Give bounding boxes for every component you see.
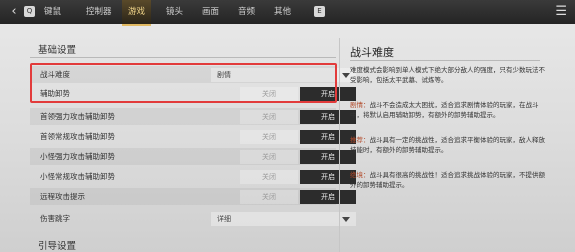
tab-keyboard-mouse[interactable]: 键鼠 (44, 0, 61, 24)
setting-row-boss-normal: 首领常规攻击辅助卸势 关闭 开启 (30, 128, 356, 145)
entry-tag: 剧情： (350, 101, 370, 109)
chevron-down-icon (342, 217, 350, 222)
damage-numbers-select[interactable]: 详细 (211, 212, 356, 226)
section-title-basic: 基础设置 (38, 45, 77, 56)
info-entry-extreme: 绝境：战斗具有很高的挑战性！适合追求挑战体验的玩家，不提供额外的卸势辅助提示。 (350, 170, 550, 190)
highlight-box (30, 63, 337, 103)
setting-label: 首领强力攻击辅助卸势 (40, 112, 115, 121)
menu-icon[interactable]: ☰ (555, 4, 567, 20)
chevron-down-icon (342, 73, 350, 78)
toggle-off-button[interactable]: 关闭 (240, 170, 298, 184)
toggle-off-button[interactable]: 关闭 (240, 110, 298, 124)
next-tab-key-icon: E (314, 6, 325, 17)
setting-row-boss-strong: 首领强力攻击辅助卸势 关闭 开启 (30, 108, 356, 125)
toggle-on-button[interactable]: 开启 (300, 190, 356, 204)
tab-controller[interactable]: 控制器 (86, 0, 112, 24)
setting-label: 伤害跳字 (40, 214, 70, 223)
setting-row-minion-normal: 小怪常规攻击辅助卸势 关闭 开启 (30, 168, 356, 185)
entry-text: 战斗具有一定的挑战性，适合追求平衡体验的玩家，敌人释放技能时，有额外的卸势辅助提… (350, 136, 545, 154)
toggle-on-button[interactable]: 开启 (300, 150, 356, 164)
tab-graphics[interactable]: 画面 (202, 0, 219, 24)
entry-tag: 推荐： (350, 136, 370, 144)
toggle-on-button[interactable]: 开启 (300, 110, 356, 124)
tab-camera[interactable]: 镜头 (166, 0, 183, 24)
setting-label: 远程攻击提示 (40, 192, 85, 201)
toggle-off-button[interactable]: 关闭 (240, 130, 298, 144)
tab-game[interactable]: 游戏 (122, 0, 152, 26)
top-nav-bar: ‹ Q 键鼠 控制器 游戏 镜头 画面 音频 其他 E ☰ (0, 0, 575, 26)
info-title: 战斗难度 (350, 46, 394, 59)
setting-label: 首领常规攻击辅助卸势 (40, 132, 115, 141)
panel-divider (339, 38, 340, 252)
toggle-on-button[interactable]: 开启 (300, 170, 356, 184)
tab-audio[interactable]: 音频 (238, 0, 255, 24)
info-entry-story: 剧情：战斗不会造成太大困扰，适合追求剧情体验的玩家，在战斗中，将默认启用辅助卸势… (350, 100, 550, 120)
info-intro: 难度模式会影响到单人模式下绝大部分敌人的强度，只有少数玩法不受影响，包括太平武墓… (350, 66, 545, 84)
back-arrow-icon[interactable]: ‹ (6, 4, 22, 20)
entry-text: 战斗具有很高的挑战性！适合追求挑战体验的玩家，不提供额外的卸势辅助提示。 (350, 171, 545, 189)
tab-other[interactable]: 其他 (274, 0, 291, 24)
setting-label: 小怪常规攻击辅助卸势 (40, 172, 115, 181)
toggle-off-button[interactable]: 关闭 (240, 150, 298, 164)
section-divider (30, 57, 336, 58)
select-value: 详细 (217, 215, 231, 223)
toggle-on-button[interactable]: 开启 (300, 130, 356, 144)
setting-row-damage-numbers: 伤害跳字 详细 (30, 210, 356, 227)
info-divider (350, 60, 540, 61)
prev-tab-key-icon: Q (24, 6, 35, 17)
entry-tag: 绝境： (350, 171, 370, 179)
setting-label: 小怪强力攻击辅助卸势 (40, 152, 115, 161)
toggle-off-button[interactable]: 关闭 (240, 190, 298, 204)
info-entry-recommended: 推荐：战斗具有一定的挑战性，适合追求平衡体验的玩家，敌人释放技能时，有额外的卸势… (350, 135, 550, 155)
setting-row-minion-strong: 小怪强力攻击辅助卸势 关闭 开启 (30, 148, 356, 165)
setting-row-ranged-hint: 远程攻击提示 关闭 开启 (30, 188, 356, 205)
section-title-guide: 引导设置 (38, 241, 77, 252)
entry-text: 战斗不会造成太大困扰，适合追求剧情体验的玩家，在战斗中，将默认启用辅助卸势，有额… (350, 101, 539, 119)
